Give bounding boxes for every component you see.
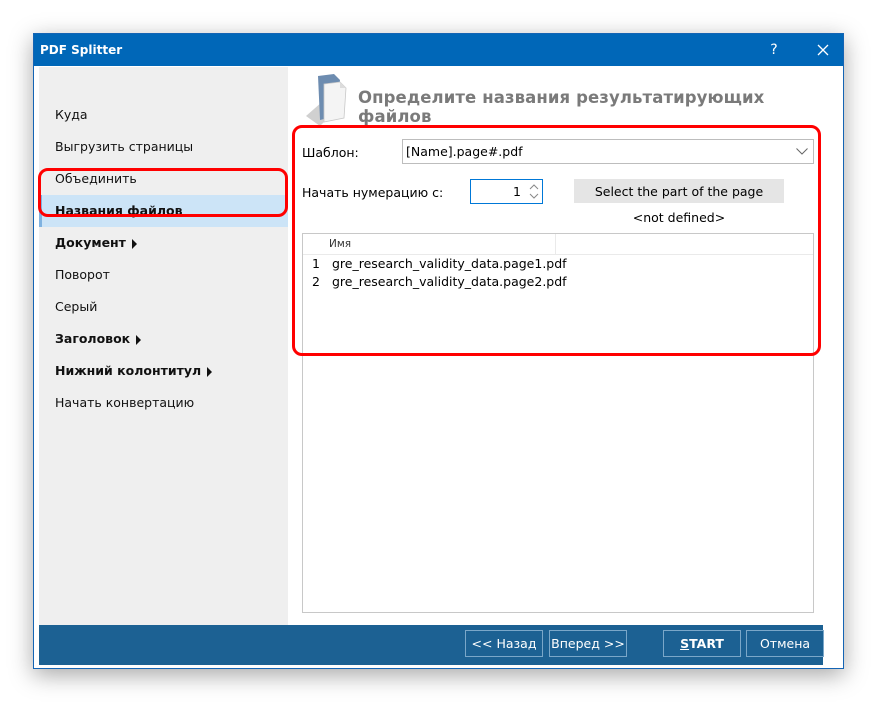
sidebar-item-start-conversion[interactable]: Начать конвертацию (39, 387, 288, 419)
start-label-accesskey: S (680, 636, 690, 651)
template-value: [Name].page#.pdf (406, 144, 523, 159)
spin-up-icon[interactable] (529, 183, 539, 191)
page-title: Определите названия результатирующих фай… (358, 88, 765, 126)
list-item[interactable]: 1 gre_research_validity_data.page1.pdf (303, 255, 813, 273)
sidebar-item-label: Выгрузить страницы (55, 139, 194, 154)
wizard-footer: << Назад Вперед >> START Отмена (39, 625, 824, 665)
start-button[interactable]: START (663, 630, 741, 657)
list-header: Имя (303, 234, 813, 255)
select-page-part-button[interactable]: Select the part of the page (574, 179, 784, 203)
sidebar-item-label: Заголовок (55, 331, 131, 346)
sidebar-item-grayscale[interactable]: Серый (39, 291, 288, 323)
window-title: PDF Splitter (40, 43, 123, 57)
expand-arrow-icon (131, 238, 137, 249)
start-number-label: Начать нумерацию с: (302, 185, 444, 200)
sidebar-item-label: Названия файлов (55, 203, 183, 218)
sidebar-item-label: Начать конвертацию (55, 395, 195, 410)
file-name: gre_research_validity_data.page2.pdf (332, 274, 567, 289)
back-button[interactable]: << Назад (465, 630, 543, 657)
next-button[interactable]: Вперед >> (549, 630, 627, 657)
sidebar-item-label: Нижний колонтитул (55, 363, 202, 378)
cancel-button[interactable]: Отмена (746, 630, 824, 657)
title-bar: PDF Splitter ? (34, 34, 843, 66)
sidebar-item-label: Поворот (55, 267, 110, 282)
start-number-input[interactable] (473, 182, 521, 200)
document-icon (306, 74, 347, 126)
sidebar-item-header[interactable]: Заголовок (39, 323, 288, 355)
sidebar-nav: Куда Выгрузить страницы Объединить Назва… (39, 67, 288, 625)
sidebar-item-merge[interactable]: Объединить (39, 163, 288, 195)
template-label: Шаблон: (302, 145, 359, 160)
sidebar-item-destination[interactable]: Куда (39, 99, 288, 131)
spin-down-icon[interactable] (529, 192, 539, 200)
sidebar-item-footer[interactable]: Нижний колонтитул (39, 355, 288, 387)
list-item[interactable]: 2 gre_research_validity_data.page2.pdf (303, 273, 813, 291)
sidebar-item-label: Объединить (55, 171, 137, 186)
file-list[interactable]: Имя 1 gre_research_validity_data.page1.p… (302, 233, 814, 613)
sidebar-item-label: Документ (55, 235, 126, 250)
sidebar-item-file-names[interactable]: Названия файлов (39, 195, 288, 227)
sidebar-item-document[interactable]: Документ (39, 227, 288, 259)
template-combobox[interactable]: [Name].page#.pdf (402, 139, 814, 164)
column-header-name[interactable]: Имя (325, 234, 556, 254)
close-button[interactable] (802, 34, 844, 66)
expand-arrow-icon (207, 366, 213, 377)
start-label-rest: TART (689, 636, 724, 651)
file-name: gre_research_validity_data.page1.pdf (332, 256, 567, 271)
sidebar-item-rotate[interactable]: Поворот (39, 259, 288, 291)
pdf-splitter-dialog: PDF Splitter ? Куда Выгрузить страницы О… (33, 33, 844, 669)
page-part-status: <not defined> (632, 210, 726, 225)
sidebar-item-label: Куда (55, 107, 88, 122)
start-number-stepper (470, 179, 543, 204)
chevron-down-icon (796, 148, 808, 155)
sidebar-item-extract-pages[interactable]: Выгрузить страницы (39, 131, 288, 163)
help-button[interactable]: ? (754, 34, 794, 66)
close-icon (817, 44, 829, 56)
sidebar-item-label: Серый (55, 299, 98, 314)
row-number: 1 (312, 256, 320, 271)
expand-arrow-icon (136, 334, 142, 345)
row-number: 2 (312, 274, 320, 289)
